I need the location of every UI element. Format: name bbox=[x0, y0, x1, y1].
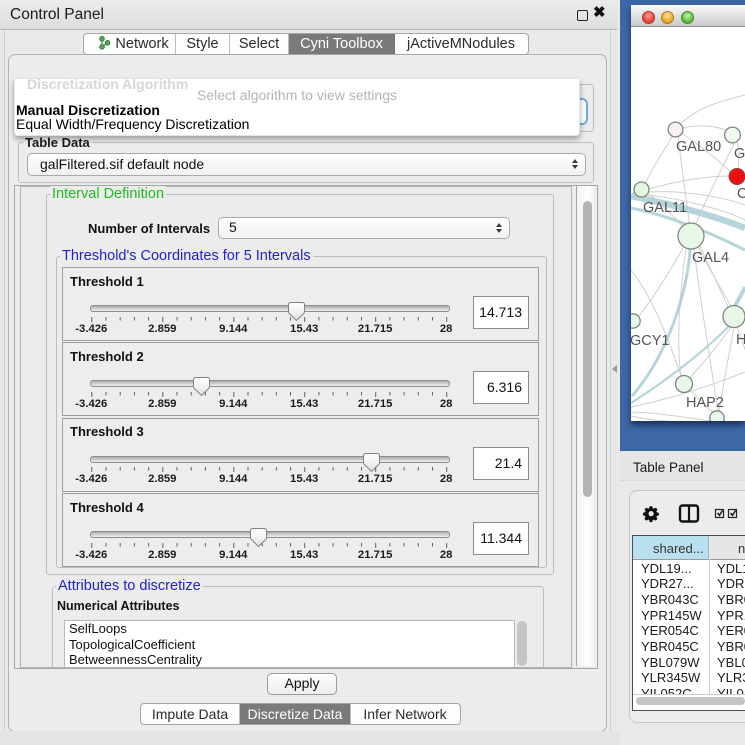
svg-text:GAL11: GAL11 bbox=[643, 200, 687, 216]
svg-text:HAP2: HAP2 bbox=[686, 395, 724, 411]
svg-text:GCY1: GCY1 bbox=[631, 333, 670, 349]
svg-text:GAL4: GAL4 bbox=[692, 250, 729, 266]
svg-text:H: H bbox=[736, 332, 745, 348]
svg-text:GAL80: GAL80 bbox=[676, 139, 721, 155]
svg-text:C: C bbox=[737, 186, 745, 202]
svg-text:GA: GA bbox=[734, 146, 745, 162]
